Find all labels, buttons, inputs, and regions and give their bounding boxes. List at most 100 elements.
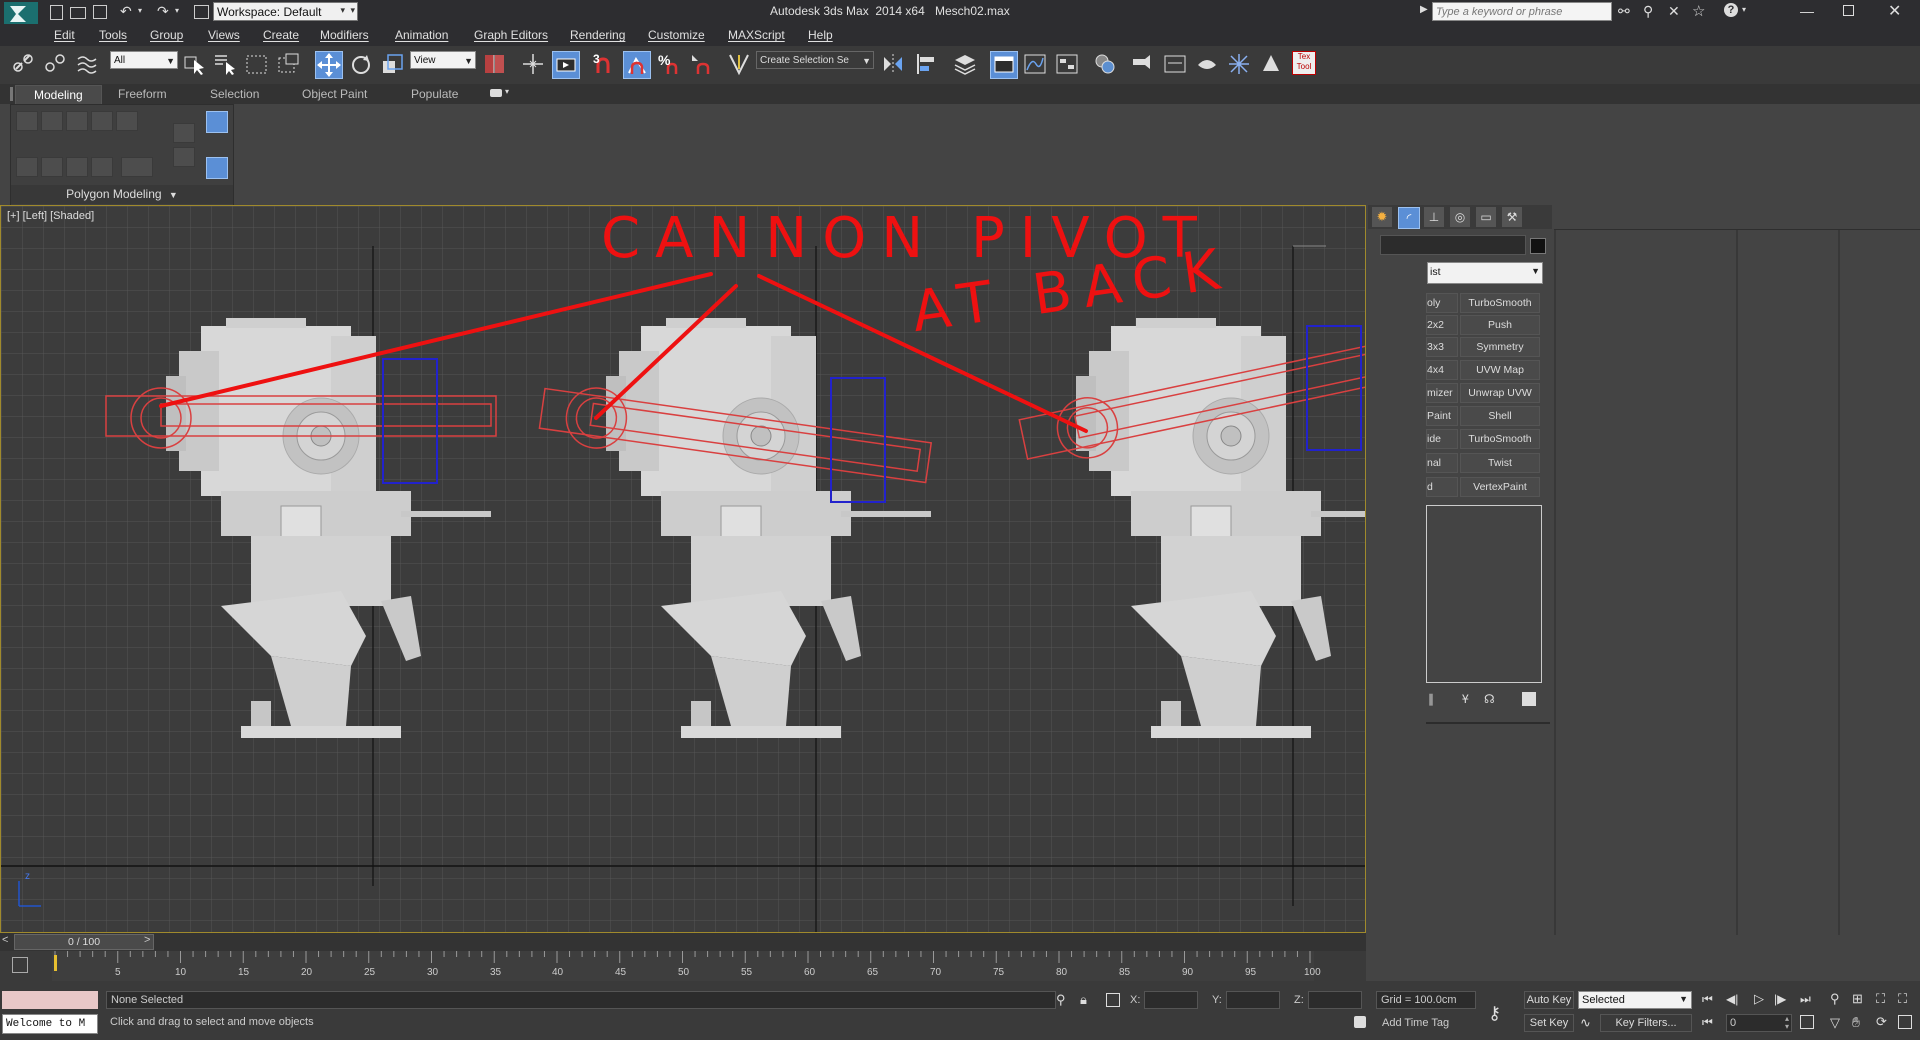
zoom-icon[interactable]: ⚲: [1830, 991, 1840, 1007]
window-crossing-icon[interactable]: [276, 51, 302, 77]
select-and-link-icon[interactable]: [10, 51, 36, 77]
time-slider-thumb[interactable]: 0 / 100: [14, 934, 154, 950]
modifier-button-push[interactable]: Push: [1460, 315, 1540, 335]
open-folder-icon[interactable]: [70, 7, 86, 19]
create-tab-icon[interactable]: ✹: [1372, 207, 1392, 227]
modifier-button-left-5[interactable]: mizer: [1426, 383, 1458, 403]
menu-edit[interactable]: Edit: [54, 28, 75, 42]
keyboard-shortcut-override-icon[interactable]: [552, 51, 580, 79]
object-name-field[interactable]: [1380, 235, 1526, 255]
tab-freeform[interactable]: Freeform: [118, 87, 167, 101]
minimize-icon[interactable]: —: [1800, 3, 1814, 19]
motion-tab-icon[interactable]: ◎: [1450, 207, 1470, 227]
modify-tab-icon[interactable]: ◜: [1398, 207, 1420, 229]
key-filters-button[interactable]: Key Filters...: [1600, 1014, 1692, 1032]
selection-filter-dropdown[interactable]: All ▼: [110, 51, 178, 69]
unlink-icon[interactable]: [42, 51, 68, 77]
pin-stack-icon[interactable]: ∥: [1428, 692, 1434, 706]
x-coordinate-field[interactable]: [1144, 991, 1198, 1009]
render-setup-icon[interactable]: [1130, 51, 1156, 77]
close-icon[interactable]: ✕: [1888, 1, 1901, 21]
render-production-icon[interactable]: [1194, 51, 1220, 77]
modifier-button-left-1[interactable]: oly: [1426, 293, 1458, 313]
isolate-selection-icon[interactable]: ⚲: [1056, 992, 1066, 1008]
time-slider-prev-icon[interactable]: <: [2, 934, 8, 946]
modifier-button-shell[interactable]: Shell: [1460, 406, 1540, 426]
modifier-list-dropdown[interactable]: ist ▼: [1427, 262, 1543, 284]
align-icon[interactable]: [913, 51, 939, 77]
make-unique-icon[interactable]: ☊: [1484, 692, 1495, 706]
trackbar-key-icon[interactable]: [12, 957, 28, 973]
angle-snap-icon[interactable]: [623, 51, 651, 79]
maxscript-listener-top[interactable]: [2, 991, 98, 1009]
go-to-start-icon[interactable]: ⏮: [1702, 992, 1713, 1007]
chevron-down-icon[interactable]: ▾: [505, 87, 509, 96]
play-icon[interactable]: ▷: [1754, 991, 1764, 1007]
viewport-label[interactable]: [+] [Left] [Shaded]: [7, 210, 94, 222]
project-folder-icon[interactable]: [194, 5, 209, 19]
bind-space-warp-icon[interactable]: [74, 51, 100, 77]
modifier-button-twist[interactable]: Twist: [1460, 453, 1540, 473]
redo-icon[interactable]: ↷: [157, 3, 169, 20]
field-of-view-icon[interactable]: ▽: [1830, 1015, 1840, 1031]
go-to-end-icon[interactable]: ⏭: [1800, 992, 1811, 1007]
previous-modifier-icon[interactable]: [173, 123, 195, 143]
tab-selection[interactable]: Selection: [210, 87, 259, 101]
previous-frame-icon[interactable]: ◀︎|: [1726, 992, 1738, 1006]
show-end-result-icon[interactable]: [206, 111, 228, 133]
edge-mode-icon[interactable]: [41, 111, 63, 131]
menu-create[interactable]: Create: [263, 28, 299, 42]
save-icon[interactable]: [93, 5, 107, 19]
menu-tools[interactable]: Tools: [99, 28, 127, 42]
hierarchy-tab-icon[interactable]: ⊥: [1424, 207, 1444, 227]
time-configuration-icon[interactable]: [1800, 1015, 1814, 1029]
configure-modifier-sets-icon[interactable]: [1522, 692, 1536, 706]
modifier-button-left-3[interactable]: 3x3: [1426, 337, 1458, 357]
menu-help[interactable]: Help: [808, 28, 833, 42]
text-tools-icon[interactable]: Tex Tool: [1292, 51, 1318, 77]
mirror-icon[interactable]: [880, 51, 906, 77]
tab-populate[interactable]: Populate: [411, 87, 458, 101]
select-and-move-icon[interactable]: [315, 51, 343, 79]
modifier-button-turbosmooth[interactable]: TurboSmooth: [1460, 293, 1540, 313]
time-slider-bar[interactable]: < 0 / 100 >: [0, 933, 1366, 951]
ribbon-minimize-icon[interactable]: [490, 89, 502, 97]
menu-group[interactable]: Group: [150, 28, 183, 42]
modifier-button-left-7[interactable]: ide: [1426, 429, 1458, 449]
snaps-toggle-icon[interactable]: 3: [590, 51, 616, 77]
collapse-stack-icon[interactable]: [121, 157, 153, 177]
track-bar[interactable]: 5 10 15 20 25 30 35 40 45 50 55 60 65 70…: [0, 951, 1366, 981]
tab-object-paint[interactable]: Object Paint: [302, 87, 367, 101]
add-time-tag[interactable]: Add Time Tag: [1382, 1017, 1449, 1029]
y-coordinate-field[interactable]: [1226, 991, 1280, 1009]
ribbon-panel-label[interactable]: Polygon Modeling ▼: [11, 185, 233, 204]
undo-icon[interactable]: ↶: [120, 3, 132, 20]
key-icon[interactable]: ⚲: [1643, 3, 1653, 20]
utilities-tab-icon[interactable]: ⚒: [1502, 207, 1522, 227]
menu-maxscript[interactable]: MAXScript: [728, 28, 785, 42]
named-selection-dropdown[interactable]: Create Selection Se ▼: [756, 51, 874, 69]
modifier-button-turbosmooth-2[interactable]: TurboSmooth: [1460, 429, 1540, 449]
rendered-frame-window-icon[interactable]: [1162, 51, 1188, 77]
menu-animation[interactable]: Animation: [395, 28, 448, 42]
modifier-button-vertexpaint[interactable]: VertexPaint: [1460, 477, 1540, 497]
percent-snap-icon[interactable]: %: [656, 51, 682, 77]
star-icon[interactable]: ☆: [1692, 2, 1705, 20]
help-dropdown-icon[interactable]: ▾: [1742, 5, 1746, 14]
select-and-scale-icon[interactable]: [380, 51, 406, 77]
pivot-center-icon[interactable]: [482, 51, 508, 77]
next-modifier-icon[interactable]: [173, 147, 195, 167]
reference-coordinate-dropdown[interactable]: View ▼: [410, 51, 476, 69]
pin-stack-icon[interactable]: [206, 157, 228, 179]
render-iterative-icon[interactable]: [1226, 51, 1252, 77]
key-curve-icon[interactable]: ∿: [1580, 1015, 1591, 1031]
menu-customize[interactable]: Customize: [648, 28, 705, 42]
redo-dropdown-icon[interactable]: ▾: [175, 6, 179, 15]
absolute-mode-icon[interactable]: [1106, 993, 1120, 1007]
help-icon[interactable]: ?: [1724, 3, 1738, 17]
polygon-mode-icon[interactable]: [91, 111, 113, 131]
select-by-name-icon[interactable]: [212, 51, 238, 77]
spinner-snap-icon[interactable]: [688, 51, 714, 77]
search-input[interactable]: Type a keyword or phrase: [1432, 2, 1612, 21]
pan-view-icon[interactable]: ✋︎: [1852, 1014, 1860, 1031]
